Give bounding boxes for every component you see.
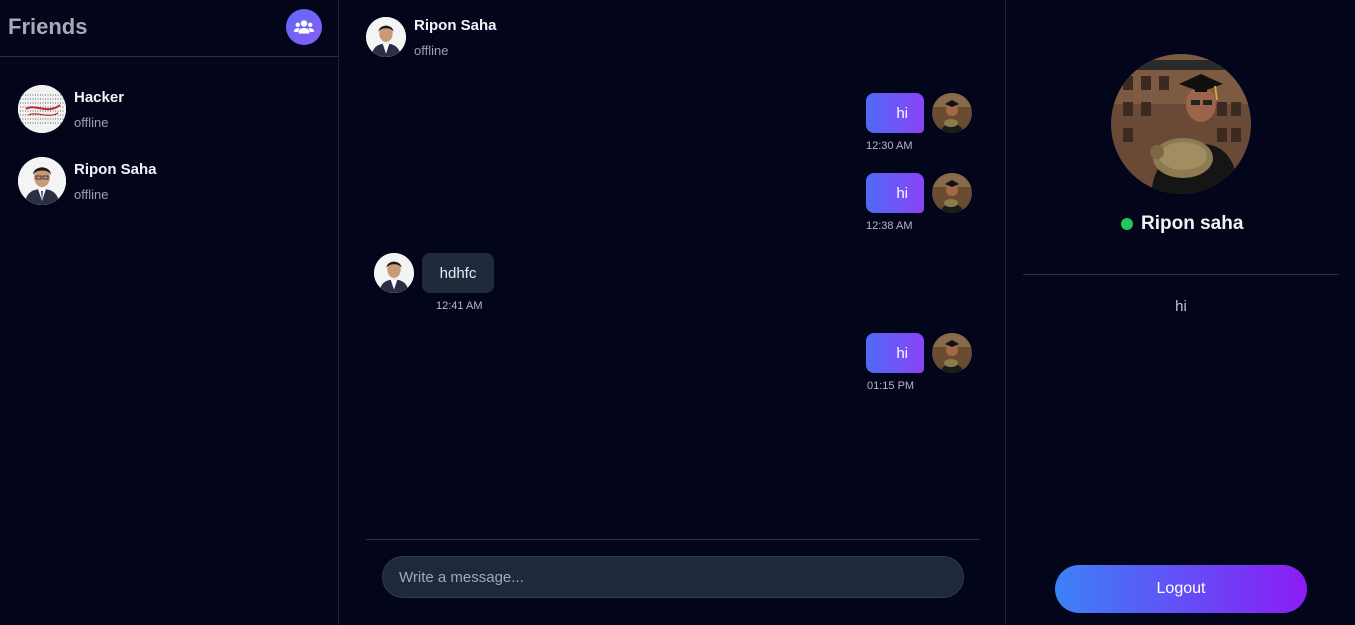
- sidebar-title: Friends: [8, 14, 88, 39]
- chat-app: Friends Hacker offline Ripon Saha offlin…: [0, 0, 1355, 625]
- users-icon: [294, 19, 314, 35]
- avatar: [18, 85, 66, 133]
- contact-avatar: [374, 253, 414, 293]
- friend-item-ripon-saha[interactable]: Ripon Saha offline: [18, 157, 318, 205]
- my-avatar: [932, 333, 972, 373]
- contact-avatar[interactable]: [366, 17, 406, 57]
- profile-bio: hi: [1175, 298, 1187, 315]
- composer-divider: [366, 539, 980, 540]
- outgoing-message: hi: [866, 333, 924, 373]
- message-text: hdhfc: [439, 264, 477, 282]
- sidebar-header: Friends: [0, 0, 338, 57]
- message-input[interactable]: [382, 556, 964, 598]
- my-avatar: [932, 173, 972, 213]
- my-avatar: [932, 93, 972, 133]
- profile-divider: [1023, 274, 1339, 275]
- contact-name: Ripon Saha: [414, 17, 497, 34]
- friends-button[interactable]: [286, 9, 322, 45]
- profile-avatar: [1111, 54, 1251, 194]
- friend-status: offline: [74, 187, 109, 202]
- message-time: 12:38 AM: [866, 220, 913, 232]
- outgoing-message: hi: [866, 93, 924, 133]
- friend-name: Hacker: [74, 89, 125, 106]
- incoming-message: hdhfc: [422, 253, 494, 293]
- logout-button[interactable]: Logout: [1055, 565, 1307, 613]
- online-indicator: [1121, 218, 1133, 230]
- message-time: 12:41 AM: [436, 300, 483, 312]
- friends-sidebar: Friends Hacker offline Ripon Saha offlin…: [0, 0, 339, 625]
- message-time: 12:30 AM: [866, 140, 913, 152]
- contact-status: offline: [414, 43, 449, 58]
- message-text: hi: [896, 104, 908, 122]
- profile-name: Ripon saha: [1141, 213, 1244, 234]
- chat-panel: Ripon Saha offline hi 12:30 AM hi 12:38 …: [340, 0, 1006, 625]
- profile-panel: Ripon saha hi Logout: [1007, 0, 1355, 625]
- friend-item-hacker[interactable]: Hacker offline: [18, 85, 318, 133]
- message-text: hi: [896, 344, 908, 362]
- message-time: 01:15 PM: [867, 380, 915, 392]
- message-text: hi: [896, 184, 908, 202]
- friend-status: offline: [74, 115, 109, 130]
- outgoing-message: hi: [866, 173, 924, 213]
- friend-name: Ripon Saha: [74, 161, 157, 178]
- avatar: [18, 157, 66, 205]
